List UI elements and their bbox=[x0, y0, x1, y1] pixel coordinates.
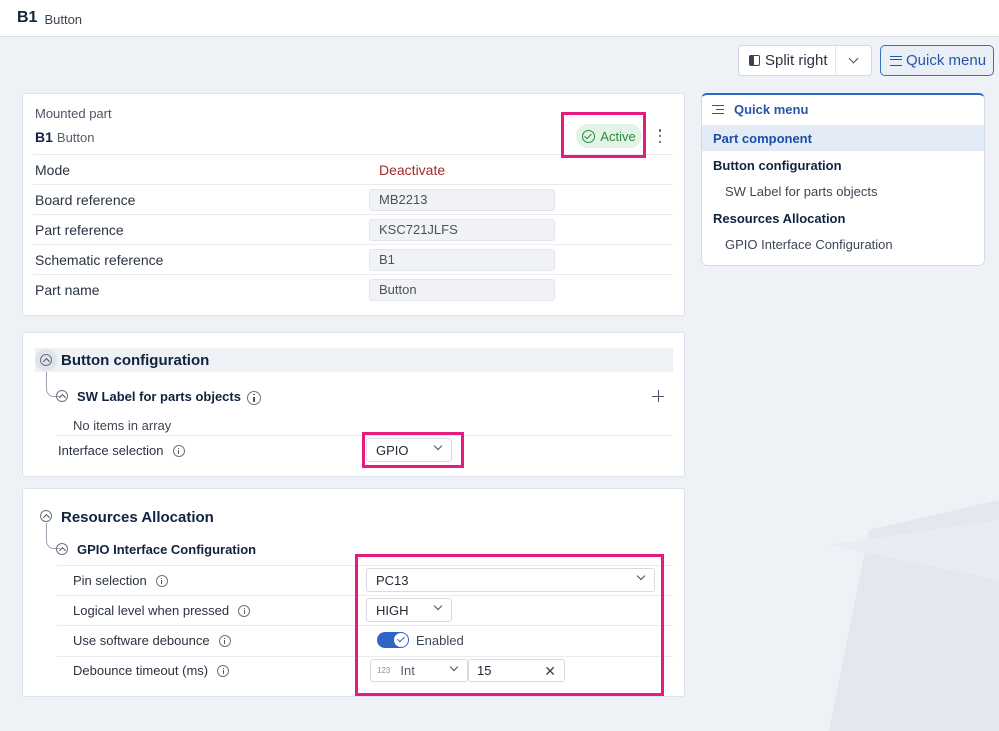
chevron-up-icon[interactable] bbox=[56, 543, 68, 555]
quick-menu-item-gpio-interface[interactable]: GPIO Interface Configuration bbox=[702, 231, 984, 257]
numeric-type-icon: 123 bbox=[377, 666, 391, 675]
logical-level-dropdown[interactable]: HIGH bbox=[366, 598, 452, 622]
quick-menu-item-resources-allocation[interactable]: Resources Allocation bbox=[702, 205, 984, 231]
button-configuration-title: Button configuration bbox=[61, 352, 210, 369]
logical-level-label-text: Logical level when pressed bbox=[73, 603, 230, 618]
mounted-part-card: Mounted part B1 Button Active Mode Deact… bbox=[22, 93, 685, 316]
board-reference-label: Board reference bbox=[35, 191, 136, 208]
debounce-timeout-label-text: Debounce timeout (ms) bbox=[73, 663, 209, 678]
part-reference-label: Part reference bbox=[35, 221, 124, 238]
info-icon[interactable] bbox=[155, 574, 168, 587]
list-icon bbox=[712, 104, 724, 115]
mode-row: Mode Deactivate bbox=[33, 154, 673, 184]
empty-array-text: No items in array bbox=[73, 418, 172, 433]
button-configuration-card: Button configuration SW Label for parts … bbox=[22, 332, 685, 477]
interface-selection-value: GPIO bbox=[376, 442, 409, 458]
part-reference-row: Part reference KSC721JLFS bbox=[33, 214, 673, 244]
resources-allocation-title: Resources Allocation bbox=[61, 509, 214, 526]
chevron-up-icon bbox=[40, 354, 52, 366]
part-ref: B1 bbox=[35, 129, 53, 145]
software-debounce-label: Use software debounce bbox=[73, 633, 231, 648]
resources-allocation-card: Resources Allocation GPIO Interface Conf… bbox=[22, 488, 685, 697]
schematic-reference-row: Schematic reference B1 bbox=[33, 244, 673, 274]
split-pane-icon bbox=[749, 55, 760, 66]
chevron-up-icon[interactable] bbox=[56, 390, 68, 402]
pin-selection-label: Pin selection bbox=[73, 573, 168, 588]
divider bbox=[57, 595, 673, 596]
software-debounce-label-text: Use software debounce bbox=[73, 633, 210, 648]
deactivate-link[interactable]: Deactivate bbox=[379, 162, 445, 178]
quick-menu-header: Quick menu bbox=[712, 102, 808, 117]
part-reference-value: KSC721JLFS bbox=[369, 218, 555, 241]
page-ref: B1 bbox=[17, 9, 38, 26]
status-text: Active bbox=[600, 128, 636, 144]
timeout-type-value: Int bbox=[400, 663, 415, 678]
top-bar: B1 Button bbox=[0, 0, 999, 37]
info-icon[interactable] bbox=[238, 604, 251, 617]
toggle-check-icon bbox=[394, 633, 408, 647]
clear-icon[interactable]: ✕ bbox=[544, 663, 556, 680]
software-debounce-state: Enabled bbox=[416, 633, 464, 648]
mounted-part-label: Mounted part bbox=[35, 106, 112, 121]
schematic-reference-label: Schematic reference bbox=[35, 251, 164, 268]
info-icon[interactable] bbox=[172, 444, 185, 457]
background-decoration bbox=[829, 500, 999, 731]
timeout-value-input[interactable]: 15 ✕ bbox=[468, 659, 565, 682]
split-right-button[interactable]: Split right bbox=[739, 46, 835, 75]
chevron-down-icon bbox=[449, 662, 459, 672]
quick-menu-item-sw-label[interactable]: SW Label for parts objects bbox=[702, 178, 984, 204]
logical-level-label: Logical level when pressed bbox=[73, 603, 251, 618]
interface-selection-label: Interface selection bbox=[58, 443, 185, 458]
mounted-part-title: B1 Button bbox=[35, 129, 95, 145]
divider bbox=[57, 656, 673, 657]
sw-label-title-text: SW Label for parts objects bbox=[77, 389, 241, 404]
part-name-value: Button bbox=[369, 278, 555, 301]
pin-selection-value: PC13 bbox=[376, 572, 409, 588]
divider bbox=[57, 625, 673, 626]
part-name: Button bbox=[56, 130, 95, 145]
board-reference-row: Board reference MB2213 bbox=[33, 184, 673, 214]
board-reference-value: MB2213 bbox=[369, 188, 555, 211]
split-right-group: Split right bbox=[738, 45, 872, 76]
chevron-down-icon bbox=[433, 601, 443, 611]
timeout-type-dropdown[interactable]: 123 Int bbox=[370, 659, 468, 682]
logical-level-value: HIGH bbox=[376, 602, 409, 618]
more-options-icon[interactable] bbox=[653, 127, 667, 145]
add-item-icon[interactable] bbox=[652, 390, 664, 402]
schematic-reference-value: B1 bbox=[369, 248, 555, 271]
pin-selection-label-text: Pin selection bbox=[73, 573, 147, 588]
chevron-down-icon bbox=[433, 441, 443, 451]
info-icon[interactable] bbox=[246, 390, 261, 405]
pin-selection-dropdown[interactable]: PC13 bbox=[366, 568, 655, 592]
quick-menu-panel: Quick menu Part component Button configu… bbox=[701, 93, 985, 266]
quick-menu-title: Quick menu bbox=[734, 102, 809, 117]
status-badge: Active bbox=[576, 124, 642, 148]
quick-menu-item-button-configuration[interactable]: Button configuration bbox=[702, 152, 984, 178]
info-icon[interactable] bbox=[217, 664, 230, 677]
hamburger-icon bbox=[890, 55, 902, 66]
timeout-value: 15 bbox=[477, 663, 492, 678]
info-icon[interactable] bbox=[218, 634, 231, 647]
interface-selection-label-text: Interface selection bbox=[58, 443, 164, 458]
mode-label: Mode bbox=[35, 161, 71, 178]
split-options-dropdown[interactable] bbox=[835, 46, 871, 75]
debounce-timeout-label: Debounce timeout (ms) bbox=[73, 663, 230, 678]
chevron-up-icon[interactable] bbox=[40, 510, 52, 522]
chevron-down-icon bbox=[848, 53, 859, 64]
page-name: Button bbox=[44, 11, 83, 27]
divider bbox=[57, 435, 673, 436]
split-right-label: Split right bbox=[765, 52, 828, 69]
quick-menu-button[interactable]: Quick menu bbox=[880, 45, 994, 76]
quick-menu-button-label: Quick menu bbox=[906, 52, 987, 69]
check-circle-icon bbox=[582, 129, 596, 143]
part-name-label: Part name bbox=[35, 281, 100, 298]
software-debounce-toggle[interactable] bbox=[377, 632, 409, 648]
chevron-down-icon bbox=[636, 571, 646, 581]
gpio-interface-title: GPIO Interface Configuration bbox=[77, 542, 257, 557]
sw-label-title: SW Label for parts objects bbox=[77, 389, 261, 405]
part-name-row: Part name Button bbox=[33, 274, 673, 304]
divider bbox=[57, 565, 673, 566]
interface-selection-dropdown[interactable]: GPIO bbox=[366, 438, 452, 462]
quick-menu-item-part-component[interactable]: Part component bbox=[702, 125, 984, 151]
